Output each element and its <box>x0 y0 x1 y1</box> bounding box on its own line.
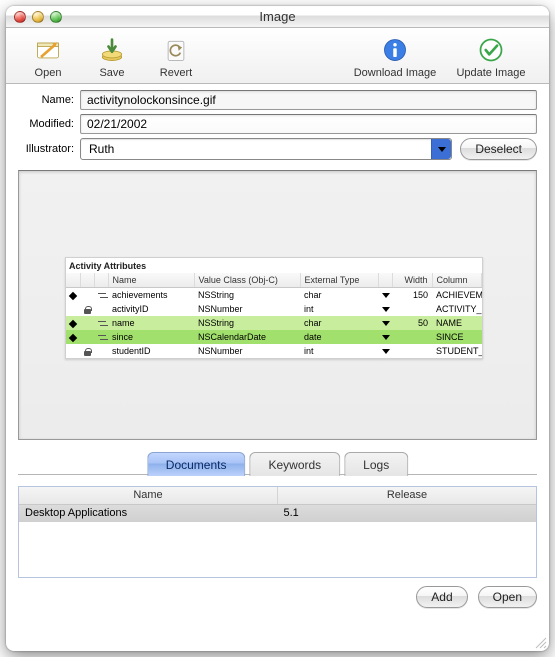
swap-icon <box>98 292 108 299</box>
diamond-icon <box>69 333 77 341</box>
triangle-down-icon <box>382 321 390 326</box>
preview-cell-exttype: int <box>300 344 378 358</box>
checkmark-icon <box>476 35 506 65</box>
update-image-button[interactable]: Update Image <box>443 35 539 79</box>
toolbar: Open Save Revert Download Image Update <box>6 28 549 84</box>
open-icon <box>33 35 63 65</box>
preview-cell-column: STUDENT_ID <box>432 344 482 358</box>
deselect-button[interactable]: Deselect <box>460 138 537 160</box>
preview-cell-column: NAME <box>432 316 482 330</box>
illustrator-value: Ruth <box>89 142 114 156</box>
revert-button[interactable]: Revert <box>144 35 208 79</box>
image-preview: Activity Attributes Name Value Class (Ob… <box>18 170 537 440</box>
preview-cell-width <box>392 330 432 344</box>
preview-cell-name: activityID <box>108 302 194 316</box>
preview-cell-name: studentID <box>108 344 194 358</box>
triangle-down-icon <box>382 349 390 354</box>
preview-cell-exttype: char <box>300 288 378 303</box>
preview-cell-width <box>392 344 432 358</box>
table-row[interactable]: Desktop Applications5.1 <box>19 505 536 522</box>
preview-row: activityIDNSNumberint ACTIVITY_ID <box>66 302 482 316</box>
lock-icon <box>84 348 91 356</box>
open-button[interactable]: Open <box>16 35 80 79</box>
preview-cell-name: since <box>108 330 194 344</box>
update-image-label: Update Image <box>456 67 525 79</box>
documents-col-release[interactable]: Release <box>278 487 536 504</box>
triangle-down-icon <box>382 293 390 298</box>
dropdown-arrow-icon <box>431 139 451 159</box>
tab-documents[interactable]: Documents <box>147 452 246 476</box>
preview-cell-valueclass: NSNumber <box>194 302 300 316</box>
documents-col-name[interactable]: Name <box>19 487 278 504</box>
preview-thumbnail: Activity Attributes Name Value Class (Ob… <box>65 257 483 359</box>
revert-label: Revert <box>160 67 192 79</box>
lock-icon <box>84 306 91 314</box>
diamond-icon <box>69 291 77 299</box>
documents-table: Name Release Desktop Applications5.1 <box>18 486 537 578</box>
preview-cell-name: name <box>108 316 194 330</box>
swap-icon <box>98 320 108 327</box>
preview-cell-exttype: char <box>300 316 378 330</box>
tab-bar: Documents Keywords Logs <box>18 452 537 478</box>
preview-row: sinceNSCalendarDatedate SINCE <box>66 330 482 344</box>
diamond-icon <box>69 319 77 327</box>
preview-cell-width: 150 <box>392 288 432 303</box>
preview-cell-column: ACHIEVEMENTS <box>432 288 482 303</box>
metadata-form: Name: activitynolockonsince.gif Modified… <box>6 84 549 170</box>
table-cell-name: Desktop Applications <box>19 505 278 522</box>
preview-row: achievementsNSStringchar 150ACHIEVEMENTS <box>66 288 482 303</box>
tab-logs[interactable]: Logs <box>344 452 408 476</box>
download-image-label: Download Image <box>354 67 437 79</box>
preview-cell-valueclass: NSString <box>194 288 300 303</box>
titlebar: Image <box>6 6 549 28</box>
preview-cell-width <box>392 302 432 316</box>
preview-col-valueclass: Value Class (Obj-C) <box>194 273 300 288</box>
open-document-button[interactable]: Open <box>478 586 537 608</box>
preview-col-exttype: External Type <box>300 273 378 288</box>
preview-cell-exttype: date <box>300 330 378 344</box>
triangle-down-icon <box>382 307 390 312</box>
info-icon <box>380 35 410 65</box>
triangle-down-icon <box>382 335 390 340</box>
preview-col-name: Name <box>108 273 194 288</box>
save-icon <box>97 35 127 65</box>
window-title: Image <box>6 9 549 24</box>
preview-cell-column: ACTIVITY_ID <box>432 302 482 316</box>
preview-cell-valueclass: NSCalendarDate <box>194 330 300 344</box>
save-label: Save <box>99 67 124 79</box>
preview-cell-name: achievements <box>108 288 194 303</box>
modified-label: Modified: <box>12 118 74 130</box>
open-label: Open <box>35 67 62 79</box>
modified-field[interactable]: 02/21/2002 <box>80 114 537 134</box>
name-field[interactable]: activitynolockonsince.gif <box>80 90 537 110</box>
preview-cell-width: 50 <box>392 316 432 330</box>
download-image-button[interactable]: Download Image <box>347 35 443 79</box>
resize-grip-icon[interactable] <box>533 635 547 649</box>
name-label: Name: <box>12 94 74 106</box>
preview-cell-column: SINCE <box>432 330 482 344</box>
revert-icon <box>161 35 191 65</box>
preview-col-width: Width <box>392 273 432 288</box>
preview-row: studentIDNSNumberint STUDENT_ID <box>66 344 482 358</box>
tab-keywords[interactable]: Keywords <box>249 452 340 476</box>
preview-cell-valueclass: NSString <box>194 316 300 330</box>
illustrator-label: Illustrator: <box>12 143 74 155</box>
illustrator-combo[interactable]: Ruth <box>80 138 452 160</box>
preview-row: nameNSStringchar 50NAME <box>66 316 482 330</box>
preview-cell-valueclass: NSNumber <box>194 344 300 358</box>
save-button[interactable]: Save <box>80 35 144 79</box>
add-button[interactable]: Add <box>416 586 467 608</box>
table-cell-release: 5.1 <box>278 505 537 522</box>
preview-cell-exttype: int <box>300 302 378 316</box>
preview-caption: Activity Attributes <box>66 258 482 273</box>
swap-icon <box>98 334 108 341</box>
preview-col-column: Column <box>432 273 482 288</box>
